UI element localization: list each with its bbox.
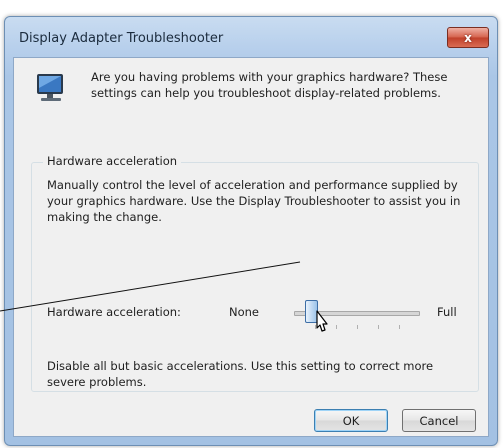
- mouse-cursor-icon: [316, 310, 328, 332]
- slider-tick: [357, 325, 358, 329]
- monitor-icon: [37, 74, 63, 101]
- slider-tick: [336, 325, 337, 329]
- group-description: Manually control the level of accelerati…: [47, 178, 461, 224]
- slider-tick: [399, 325, 400, 329]
- intro-text: Are you having problems with your graphi…: [91, 70, 448, 100]
- slider-tick: [378, 325, 379, 329]
- cancel-button[interactable]: Cancel: [402, 409, 476, 432]
- slider-description: Disable all but basic accelerations. Use…: [47, 359, 434, 389]
- slider-min-label: None: [229, 305, 260, 319]
- slider-max-label: Full: [437, 305, 457, 319]
- ok-button[interactable]: OK: [314, 409, 388, 432]
- group-label: Hardware acceleration: [43, 154, 182, 168]
- slider-label: Hardware acceleration:: [47, 305, 181, 319]
- close-icon: x: [464, 30, 472, 45]
- hardware-acceleration-group: Hardware acceleration Manually control t…: [31, 154, 479, 392]
- dialog-body: Are you having problems with your graphi…: [13, 57, 489, 437]
- close-button[interactable]: x: [447, 27, 489, 48]
- window-title: Display Adapter Troubleshooter: [19, 31, 224, 46]
- dialog-window: Display Adapter Troubleshooter x Are you…: [4, 16, 498, 446]
